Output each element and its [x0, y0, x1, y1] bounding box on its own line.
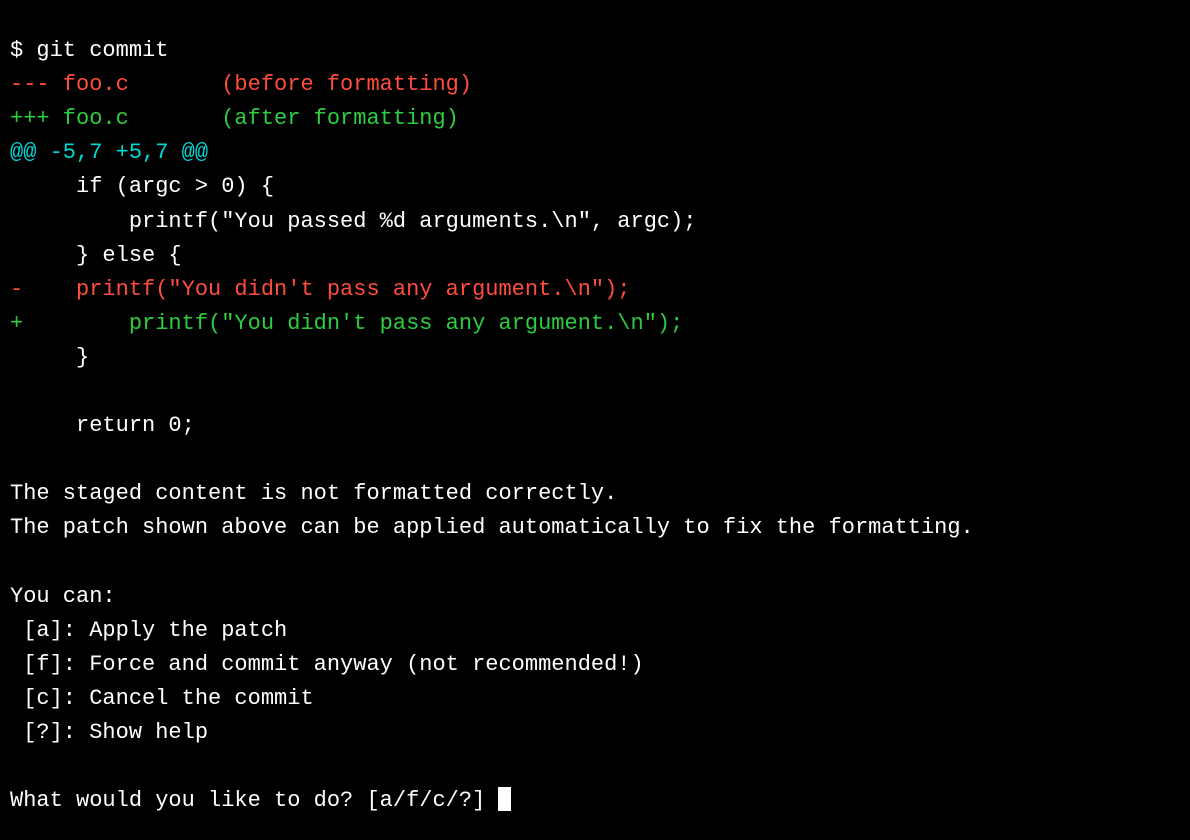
diff-removed-line: - printf("You didn't pass any argument.\…: [10, 277, 631, 302]
options-intro: You can:: [10, 584, 116, 609]
diff-added-line: + printf("You didn't pass any argument.\…: [10, 311, 683, 336]
diff-minus-header: --- foo.c (before formatting): [10, 72, 472, 97]
command-text: git commit: [36, 38, 168, 63]
status-message: The staged content is not formatted corr…: [10, 481, 617, 506]
option-cancel: [c]: Cancel the commit: [10, 686, 314, 711]
diff-plus-header: +++ foo.c (after formatting): [10, 106, 459, 131]
diff-context-line: if (argc > 0) {: [10, 174, 274, 199]
shell-prompt: $: [10, 38, 36, 63]
option-force: [f]: Force and commit anyway (not recomm…: [10, 652, 644, 677]
terminal-output: $ git commit --- foo.c (before formattin…: [10, 0, 1180, 818]
diff-context-line: }: [10, 345, 89, 370]
diff-context-line: printf("You passed %d arguments.\n", arg…: [10, 209, 697, 234]
status-message: The patch shown above can be applied aut…: [10, 515, 974, 540]
cursor-icon[interactable]: [498, 787, 511, 811]
option-apply: [a]: Apply the patch: [10, 618, 287, 643]
diff-context-line: return 0;: [10, 413, 195, 438]
diff-context-line: } else {: [10, 243, 182, 268]
option-help: [?]: Show help: [10, 720, 208, 745]
prompt-question: What would you like to do? [a/f/c/?]: [10, 788, 498, 813]
diff-hunk-header: @@ -5,7 +5,7 @@: [10, 140, 208, 165]
diff-context-line: [10, 379, 23, 404]
